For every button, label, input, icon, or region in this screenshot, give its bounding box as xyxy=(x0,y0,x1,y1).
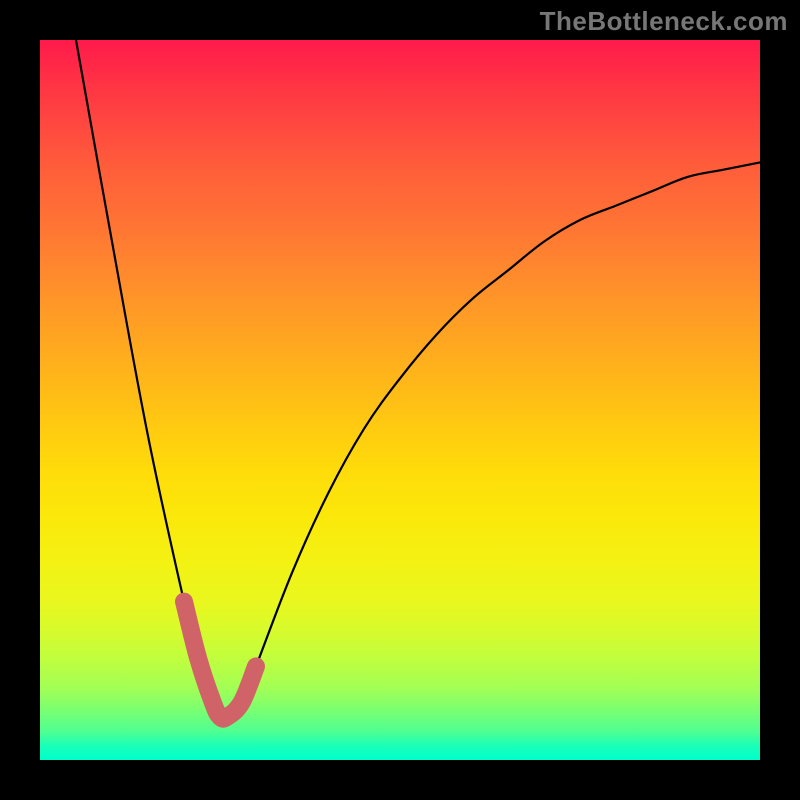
plot-area xyxy=(40,40,760,760)
curve-svg xyxy=(40,40,760,760)
chart-frame: TheBottleneck.com xyxy=(0,0,800,800)
highlight-segment xyxy=(184,602,256,719)
attribution-text: TheBottleneck.com xyxy=(540,6,788,37)
